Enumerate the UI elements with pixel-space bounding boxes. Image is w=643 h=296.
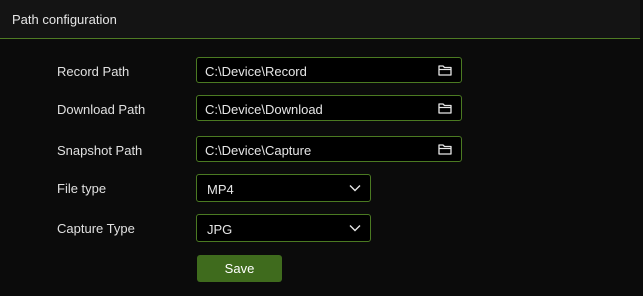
record-path-value: C:\Device\Record: [205, 64, 307, 79]
capture-type-value: JPG: [207, 222, 233, 237]
folder-icon[interactable]: [438, 143, 452, 155]
panel-title: Path configuration: [12, 12, 117, 27]
snapshot-path-field[interactable]: C:\Device\Capture: [196, 136, 462, 162]
record-path-field[interactable]: C:\Device\Record: [196, 57, 462, 83]
panel-header: Path configuration: [0, 0, 640, 39]
folder-icon[interactable]: [438, 64, 452, 76]
path-configuration-panel: Path configuration Record Path C:\Device…: [0, 0, 643, 296]
chevron-down-icon: [349, 185, 361, 192]
download-path-label: Download Path: [57, 102, 146, 117]
download-path-field[interactable]: C:\Device\Download: [196, 95, 462, 121]
file-type-value: MP4: [207, 182, 234, 197]
snapshot-path-value: C:\Device\Capture: [205, 143, 312, 158]
file-type-select[interactable]: MP4: [196, 174, 371, 202]
file-type-label: File type: [57, 181, 107, 196]
capture-type-label: Capture Type: [57, 221, 135, 236]
save-button[interactable]: Save: [197, 255, 282, 282]
download-path-value: C:\Device\Download: [205, 102, 323, 117]
folder-icon[interactable]: [438, 102, 452, 114]
record-path-label: Record Path: [57, 64, 130, 79]
capture-type-select[interactable]: JPG: [196, 214, 371, 242]
snapshot-path-label: Snapshot Path: [57, 143, 143, 158]
chevron-down-icon: [349, 225, 361, 232]
